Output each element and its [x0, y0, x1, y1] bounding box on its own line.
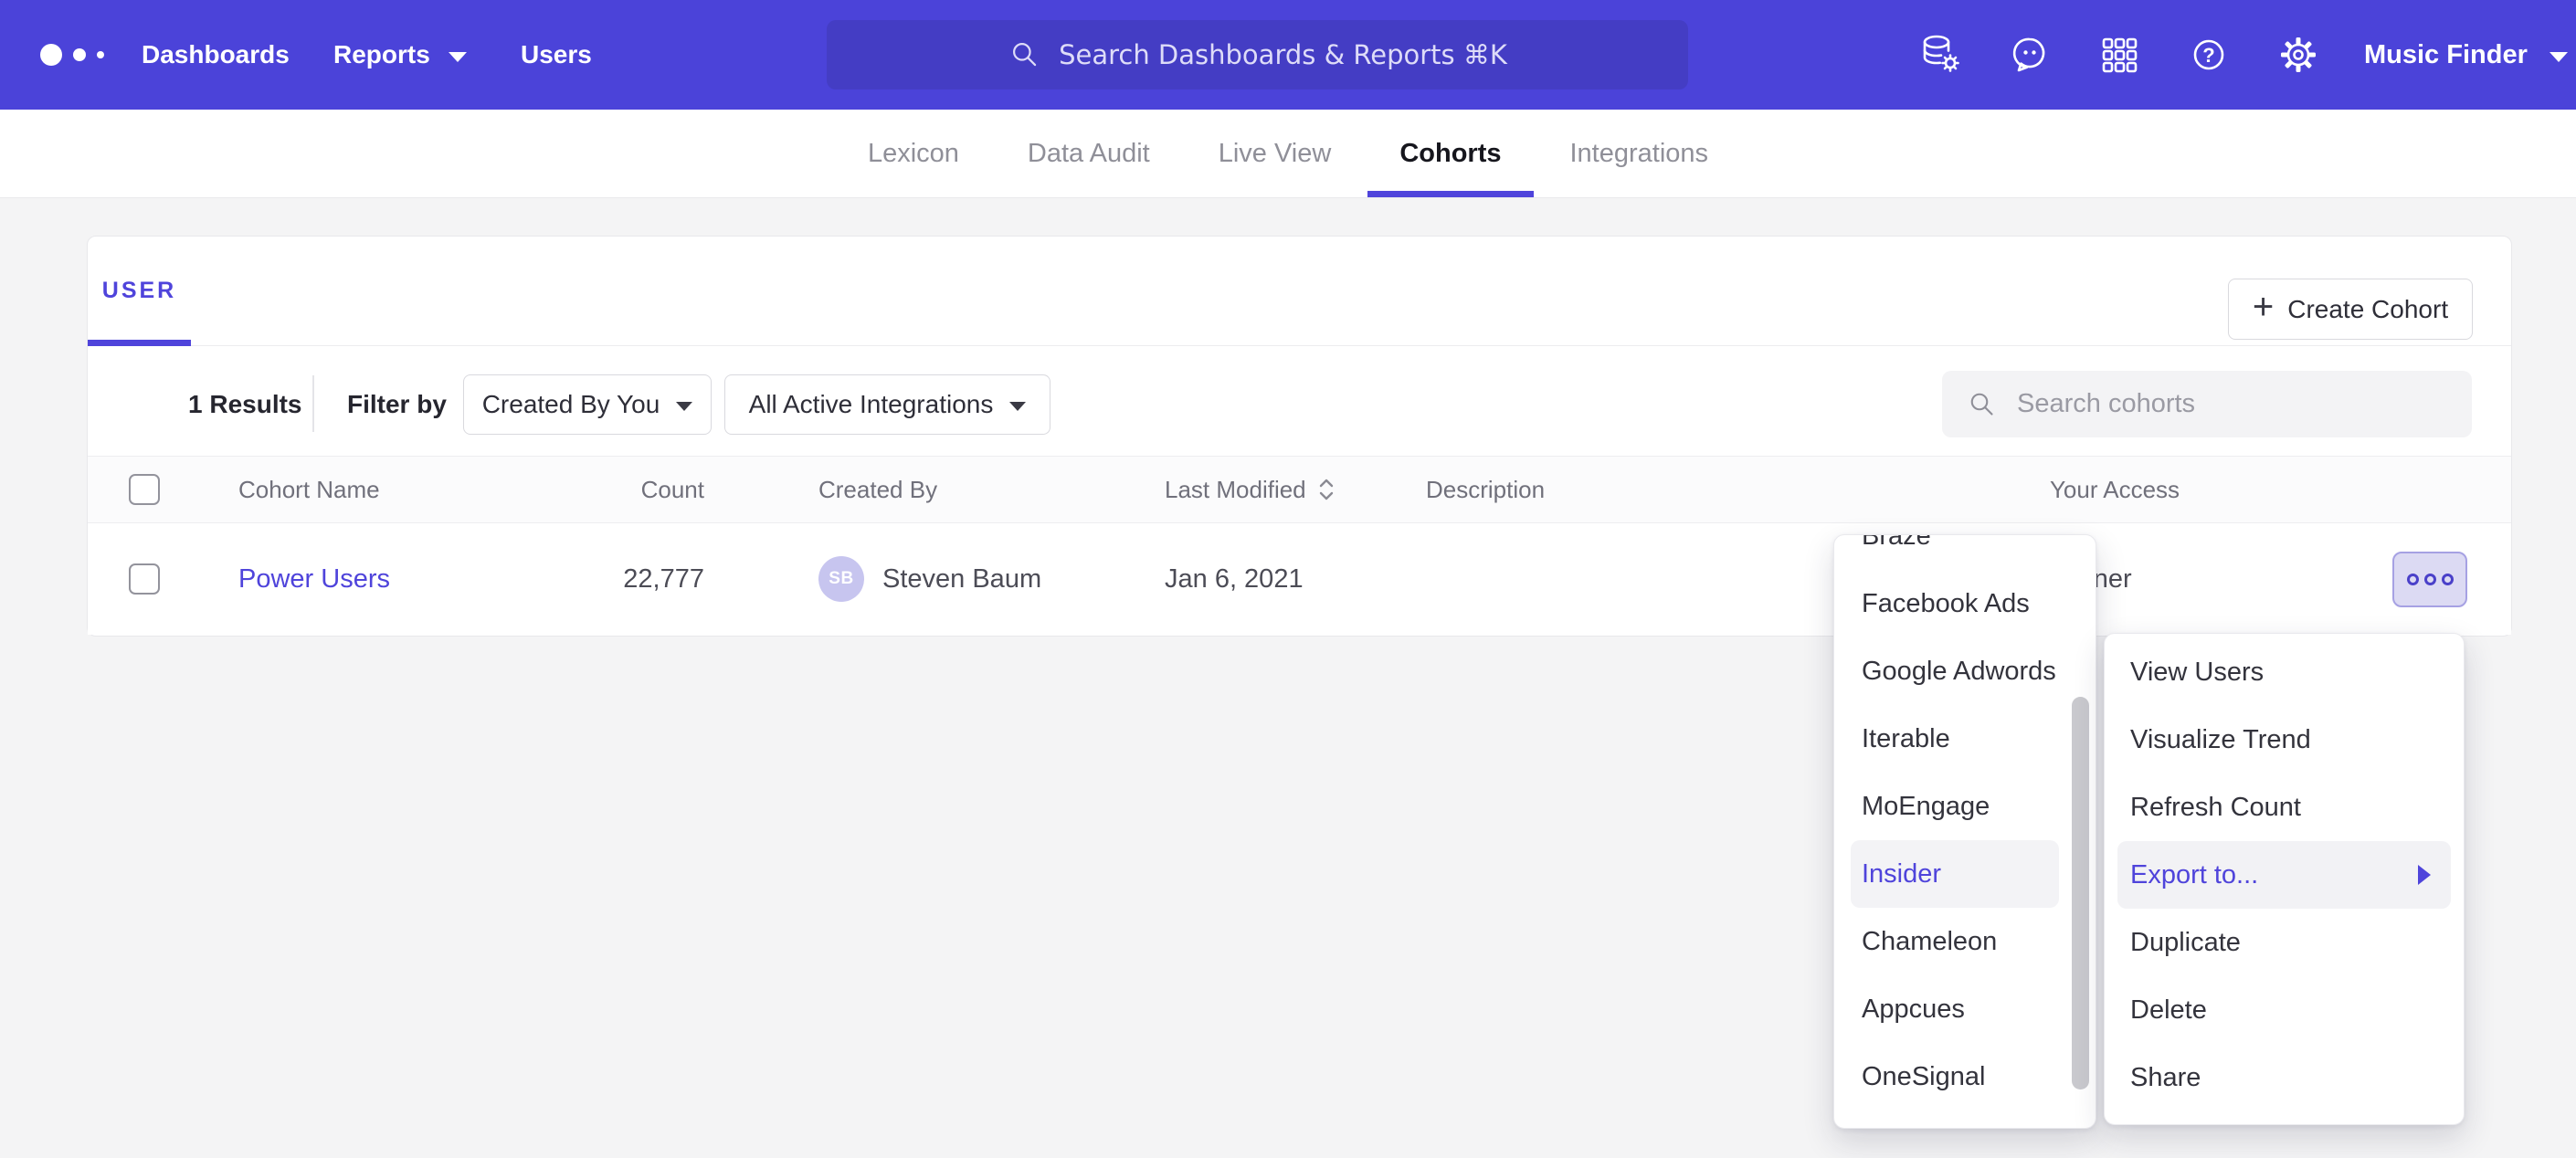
- row-actions-button[interactable]: [2392, 552, 2467, 607]
- help-icon[interactable]: ?: [2187, 33, 2231, 77]
- project-name: Music Finder: [2364, 40, 2528, 70]
- menu-item-duplicate[interactable]: Duplicate: [2105, 909, 2464, 976]
- project-switcher[interactable]: Music Finder: [2364, 0, 2568, 110]
- logo-dot-large: [40, 44, 62, 66]
- chevron-down-icon: [2550, 52, 2568, 62]
- global-search-placeholder: Search Dashboards & Reports ⌘K: [1059, 39, 1507, 70]
- tab-lexicon[interactable]: Lexicon: [868, 110, 959, 197]
- nav-reports-label: Reports: [333, 40, 430, 69]
- menu-item-delete[interactable]: Delete: [2105, 976, 2464, 1044]
- cohorts-card: USER + Create Cohort 1 Results Filter by…: [87, 236, 2512, 637]
- logo-dot-small: [97, 51, 104, 58]
- row-context-menu: View Users Visualize Trend Refresh Count…: [2104, 633, 2465, 1125]
- menu-item-chameleon[interactable]: Chameleon: [1834, 908, 2096, 975]
- tab-live-view[interactable]: Live View: [1219, 110, 1332, 197]
- export-submenu-list: Braze Facebook Ads Google Adwords Iterab…: [1834, 534, 2096, 1111]
- created-by-filter-dropdown[interactable]: Created By You: [463, 374, 712, 435]
- menu-item-view-users[interactable]: View Users: [2105, 638, 2464, 706]
- table-row: Power Users 22,777 SB Steven Baum Jan 6,…: [88, 523, 2511, 635]
- row-checkbox-cell: [129, 523, 160, 635]
- data-settings-icon[interactable]: [1918, 33, 1962, 77]
- tab-cohorts[interactable]: Cohorts: [1399, 110, 1501, 197]
- menu-item-google-adwords[interactable]: Google Adwords: [1834, 637, 2096, 705]
- chevron-down-icon: [1009, 402, 1026, 411]
- logo-dot-medium: [73, 48, 86, 61]
- last-modified-date: Jan 6, 2021: [1165, 523, 1304, 635]
- column-header-description[interactable]: Description: [1426, 457, 1545, 522]
- results-count: 1 Results: [188, 345, 302, 463]
- global-search-input[interactable]: Search Dashboards & Reports ⌘K: [827, 20, 1688, 89]
- select-all-checkbox-cell: [129, 457, 160, 522]
- menu-item-share[interactable]: Share: [2105, 1044, 2464, 1111]
- export-to-submenu: Braze Facebook Ads Google Adwords Iterab…: [1833, 534, 2096, 1129]
- search-cohorts-placeholder: Search cohorts: [2017, 389, 2195, 419]
- menu-item-moengage[interactable]: MoEngage: [1834, 773, 2096, 840]
- nav-users[interactable]: Users: [521, 0, 592, 110]
- created-by-name: Steven Baum: [882, 564, 1041, 595]
- tab-user-cohorts[interactable]: USER: [88, 237, 191, 345]
- ellipsis-icon: [2407, 574, 2419, 585]
- svg-text:?: ?: [2202, 44, 2214, 67]
- cohort-name-link[interactable]: Power Users: [238, 564, 390, 595]
- table-header: Cohort Name Count Created By Last Modifi…: [88, 456, 2511, 523]
- mixpanel-logo[interactable]: [40, 0, 104, 110]
- column-header-cohort-name[interactable]: Cohort Name: [238, 457, 380, 522]
- filter-bar: 1 Results Filter by Created By You All A…: [88, 345, 2511, 463]
- active-tab-underline: [1367, 191, 1534, 197]
- menu-item-facebook-ads[interactable]: Facebook Ads: [1834, 570, 2096, 637]
- top-navbar: Dashboards Reports Users Search Dashboar…: [0, 0, 2576, 110]
- last-modified-label: Last Modified: [1165, 476, 1306, 504]
- create-cohort-button[interactable]: + Create Cohort: [2228, 279, 2473, 340]
- settings-gear-icon[interactable]: [2276, 33, 2320, 77]
- column-header-last-modified[interactable]: Last Modified: [1165, 457, 1336, 522]
- submenu-scrollbar[interactable]: [2072, 697, 2089, 1090]
- menu-item-appcues[interactable]: Appcues: [1834, 975, 2096, 1043]
- divider: [312, 375, 314, 432]
- sort-icon[interactable]: [1317, 478, 1336, 501]
- tab-integrations[interactable]: Integrations: [1570, 110, 1709, 197]
- create-cohort-label: Create Cohort: [2287, 295, 2448, 324]
- column-header-your-access[interactable]: Your Access: [1978, 457, 2252, 522]
- export-to-label: Export to...: [2130, 860, 2258, 890]
- created-by-filter-label: Created By You: [482, 390, 660, 419]
- cohort-count: 22,777: [508, 523, 704, 635]
- menu-item-visualize-trend[interactable]: Visualize Trend: [2105, 706, 2464, 774]
- tab-data-audit[interactable]: Data Audit: [1028, 110, 1150, 197]
- chevron-down-icon: [676, 402, 692, 411]
- column-header-count[interactable]: Count: [508, 457, 704, 522]
- column-header-created-by[interactable]: Created By: [818, 457, 937, 522]
- search-icon: [1966, 388, 1999, 421]
- apps-grid-icon[interactable]: [2097, 33, 2141, 77]
- menu-item-export-to[interactable]: Export to...: [2117, 841, 2451, 909]
- menu-item-onesignal[interactable]: OneSignal: [1834, 1043, 2096, 1111]
- integrations-filter-dropdown[interactable]: All Active Integrations: [724, 374, 1050, 435]
- nav-dashboards[interactable]: Dashboards: [142, 0, 290, 110]
- menu-item-refresh-count[interactable]: Refresh Count: [2105, 774, 2464, 841]
- topbar-icon-group: ?: [1918, 0, 2320, 110]
- search-cohorts-input[interactable]: Search cohorts: [1942, 371, 2472, 437]
- avatar: SB: [818, 556, 864, 602]
- menu-item-insider[interactable]: Insider: [1851, 840, 2059, 908]
- tab-cohorts-label: Cohorts: [1399, 139, 1501, 169]
- row-checkbox[interactable]: [129, 563, 160, 595]
- chevron-down-icon: [449, 52, 467, 62]
- menu-item-iterable[interactable]: Iterable: [1834, 705, 2096, 773]
- filter-by-label: Filter by: [347, 345, 447, 463]
- feedback-icon[interactable]: [2008, 33, 2052, 77]
- menu-item-braze[interactable]: Braze: [1834, 534, 2096, 570]
- integrations-filter-label: All Active Integrations: [749, 390, 994, 419]
- nav-reports[interactable]: Reports: [333, 0, 467, 110]
- submenu-arrow-icon: [2418, 865, 2431, 885]
- plus-icon: +: [2253, 289, 2274, 325]
- search-icon: [1008, 37, 1042, 72]
- secondary-navbar: Lexicon Data Audit Live View Cohorts Int…: [0, 110, 2576, 198]
- select-all-checkbox[interactable]: [129, 474, 160, 505]
